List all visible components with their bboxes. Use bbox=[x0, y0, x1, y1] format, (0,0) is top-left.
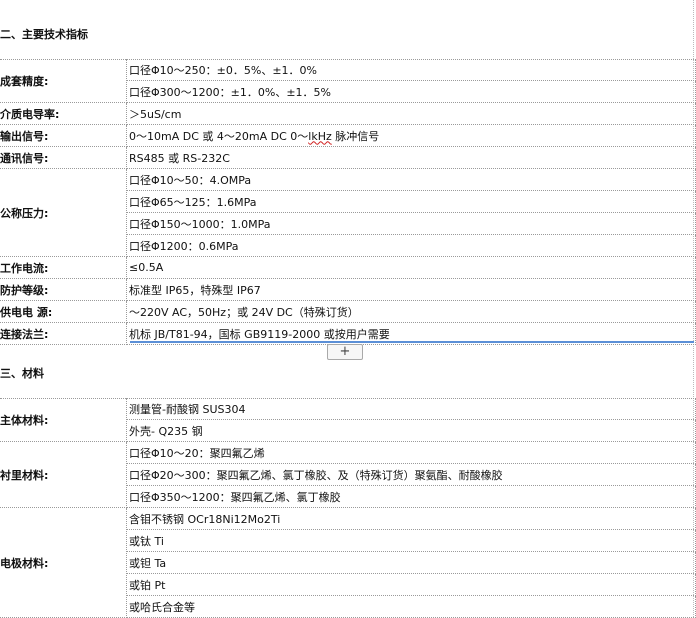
spec-value: 口径Φ1200：0.6MPa bbox=[126, 234, 696, 257]
table-row: 主体材料: 测量管-耐酸钢 SUS304 bbox=[0, 398, 696, 442]
materials-table: 主体材料: 测量管-耐酸钢 SUS304 外壳- Q235 钢衬里材料: 口径Φ10～… bbox=[0, 398, 696, 618]
spec-value: 口径Φ65～125：1.6MPa bbox=[126, 190, 696, 213]
spec-value: 口径Φ10～250：±0．5%、±1．0% bbox=[126, 59, 696, 81]
spec-value: 口径Φ20～300：聚四氟乙烯、氯丁橡胶、及（特殊订货）聚氨酯、耐酸橡胶 bbox=[126, 463, 696, 486]
spec-value: RS485 或 RS-232C bbox=[126, 146, 696, 169]
table-row: 衬里材料: 口径Φ10～20：聚四氟乙烯 bbox=[0, 441, 696, 508]
table-row: 防护等级: 标准型 IP65，特殊型 IP67 bbox=[0, 278, 696, 301]
spec-value: 外壳- Q235 钢 bbox=[126, 419, 696, 442]
spec-value: ＞5uS/cm bbox=[126, 102, 696, 125]
spec-value: 或钽 Ta bbox=[126, 551, 696, 574]
table-row: 介质电导率: ＞5uS/cm bbox=[0, 102, 696, 125]
section-3-heading: 三、材料 bbox=[0, 367, 44, 380]
table-row: 通讯信号: RS485 或 RS-232C bbox=[0, 146, 696, 169]
spec-value: 含钼不锈钢 OCr18Ni12Mo2Ti bbox=[126, 507, 696, 530]
spec-label: 公称压力: bbox=[0, 168, 127, 257]
spec-value: 或铂 Pt bbox=[126, 573, 696, 596]
spec-value: ≤0.5A bbox=[126, 256, 696, 279]
table-row: 输出信号: 0～10mA DC 或 4～20mA DC 0～lkHz 脉冲信号 bbox=[0, 124, 696, 147]
tech-spec-table: 成套精度: 口径Φ10～250：±0．5%、±1．0% 口径Φ300～1200：±1… bbox=[0, 59, 696, 345]
table-row: 成套精度: 口径Φ10～250：±0．5%、±1．0% bbox=[0, 59, 696, 103]
spec-label: 电极材料: bbox=[0, 507, 127, 618]
spec-value: 口径Φ150～1000：1.0MPa bbox=[126, 212, 696, 235]
spec-value: ～220V AC，50Hz；或 24V DC（特殊订货） bbox=[126, 300, 696, 323]
table-row: 供电电 源: ～220V AC，50Hz；或 24V DC（特殊订货） bbox=[0, 300, 696, 323]
spec-label: 供电电 源: bbox=[0, 300, 127, 323]
spec-label: 衬里材料: bbox=[0, 441, 127, 508]
spec-label: 成套精度: bbox=[0, 59, 127, 103]
spec-value: 或钛 Ti bbox=[126, 529, 696, 552]
spec-label: 防护等级: bbox=[0, 278, 127, 301]
spec-label: 工作电流: bbox=[0, 256, 127, 279]
spec-label: 连接法兰: bbox=[0, 322, 127, 345]
table-row: 工作电流: ≤0.5A bbox=[0, 256, 696, 279]
spec-label: 主体材料: bbox=[0, 398, 127, 442]
spec-value: 测量管-耐酸钢 SUS304 bbox=[126, 398, 696, 420]
spellcheck-marked-word: lkHz bbox=[308, 129, 332, 143]
table-row: 电极材料: 含钼不锈钢 OCr18Ni12Mo2Ti bbox=[0, 507, 696, 618]
spec-value: 0～10mA DC 或 4～20mA DC 0～lkHz 脉冲信号 bbox=[126, 124, 696, 147]
add-row-button[interactable]: + bbox=[327, 344, 363, 360]
table-row: 公称压力: 口径Φ10～50：4.OMPa bbox=[0, 168, 696, 257]
spec-label: 输出信号: bbox=[0, 124, 127, 147]
spec-value: 标准型 IP65，特殊型 IP67 bbox=[126, 278, 696, 301]
table-selection-bar bbox=[130, 341, 694, 343]
spec-value: 口径Φ10～50：4.OMPa bbox=[126, 168, 696, 191]
spec-label: 通讯信号: bbox=[0, 146, 127, 169]
spec-value: 口径Φ350～1200：聚四氟乙烯、氯丁橡胶 bbox=[126, 485, 696, 508]
spec-label: 介质电导率: bbox=[0, 102, 127, 125]
section-2-heading: 二、主要技术指标 bbox=[0, 28, 88, 41]
spec-value: 口径Φ10～20：聚四氟乙烯 bbox=[126, 441, 696, 464]
spec-value: 或哈氏合金等 bbox=[126, 595, 696, 618]
spec-value: 口径Φ300～1200：±1．0%、±1．5% bbox=[126, 80, 696, 103]
